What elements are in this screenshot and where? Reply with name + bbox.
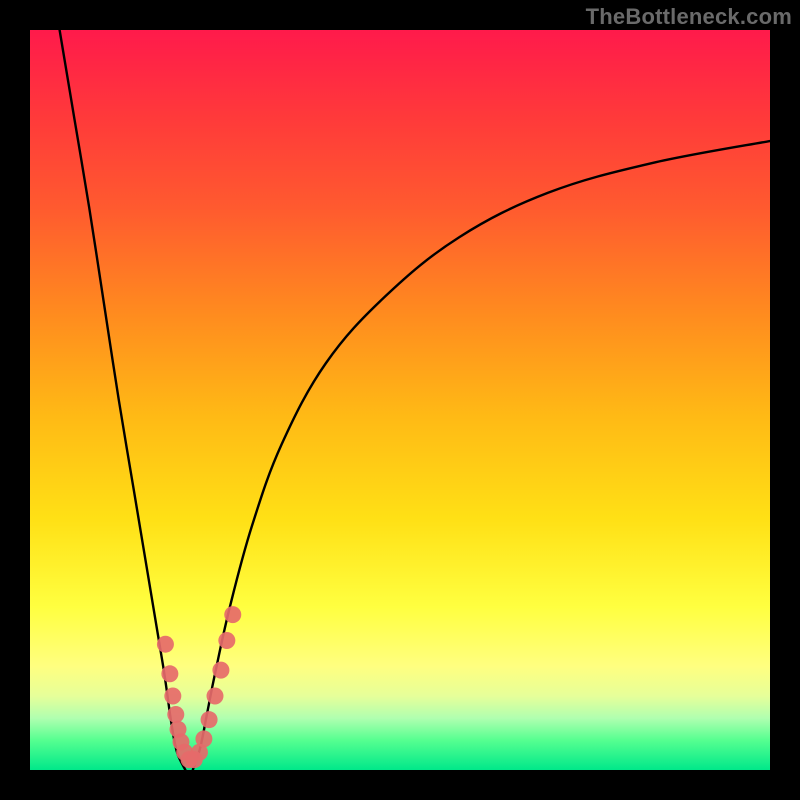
data-point	[212, 662, 229, 679]
chart-frame: TheBottleneck.com	[0, 0, 800, 800]
data-point	[224, 606, 241, 623]
plot-area	[30, 30, 770, 770]
chart-svg	[30, 30, 770, 770]
watermark-text: TheBottleneck.com	[586, 4, 792, 30]
data-point	[207, 688, 224, 705]
curve-layer	[60, 30, 770, 770]
data-point	[157, 636, 174, 653]
data-point	[167, 706, 184, 723]
data-point	[201, 711, 218, 728]
marker-layer	[157, 606, 241, 768]
data-point	[161, 665, 178, 682]
data-point	[218, 632, 235, 649]
left-curve	[60, 30, 186, 770]
data-point	[164, 688, 181, 705]
data-point	[195, 730, 212, 747]
right-curve	[193, 141, 770, 770]
